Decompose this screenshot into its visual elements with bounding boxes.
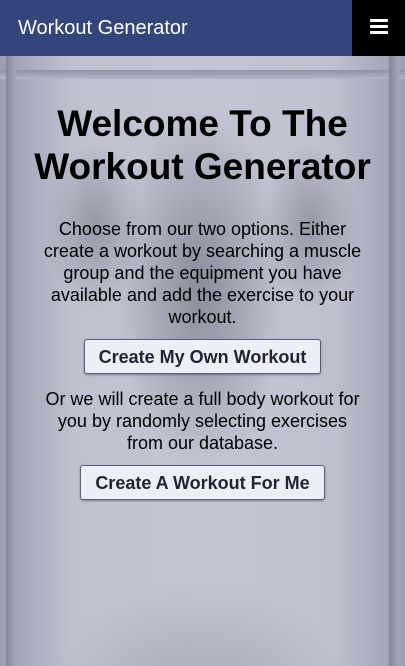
- brand-link[interactable]: Workout Generator: [18, 16, 188, 40]
- page-title: Welcome To The Workout Generator: [34, 103, 371, 187]
- hamburger-menu-icon: [370, 19, 388, 35]
- create-random-workout-button[interactable]: Create A Workout For Me: [80, 465, 325, 500]
- page: Workout Generator Welcome To The Workout…: [0, 0, 405, 666]
- navbar: Workout Generator: [0, 0, 405, 56]
- main-content: Welcome To The Workout Generator Choose …: [0, 56, 405, 500]
- menu-toggle-button[interactable]: [352, 0, 405, 56]
- create-own-workout-button[interactable]: Create My Own Workout: [83, 339, 322, 374]
- random-workout-text: Or we will create a full body workout fo…: [45, 389, 360, 453]
- intro-text: Choose from our two options. Either crea…: [43, 219, 362, 327]
